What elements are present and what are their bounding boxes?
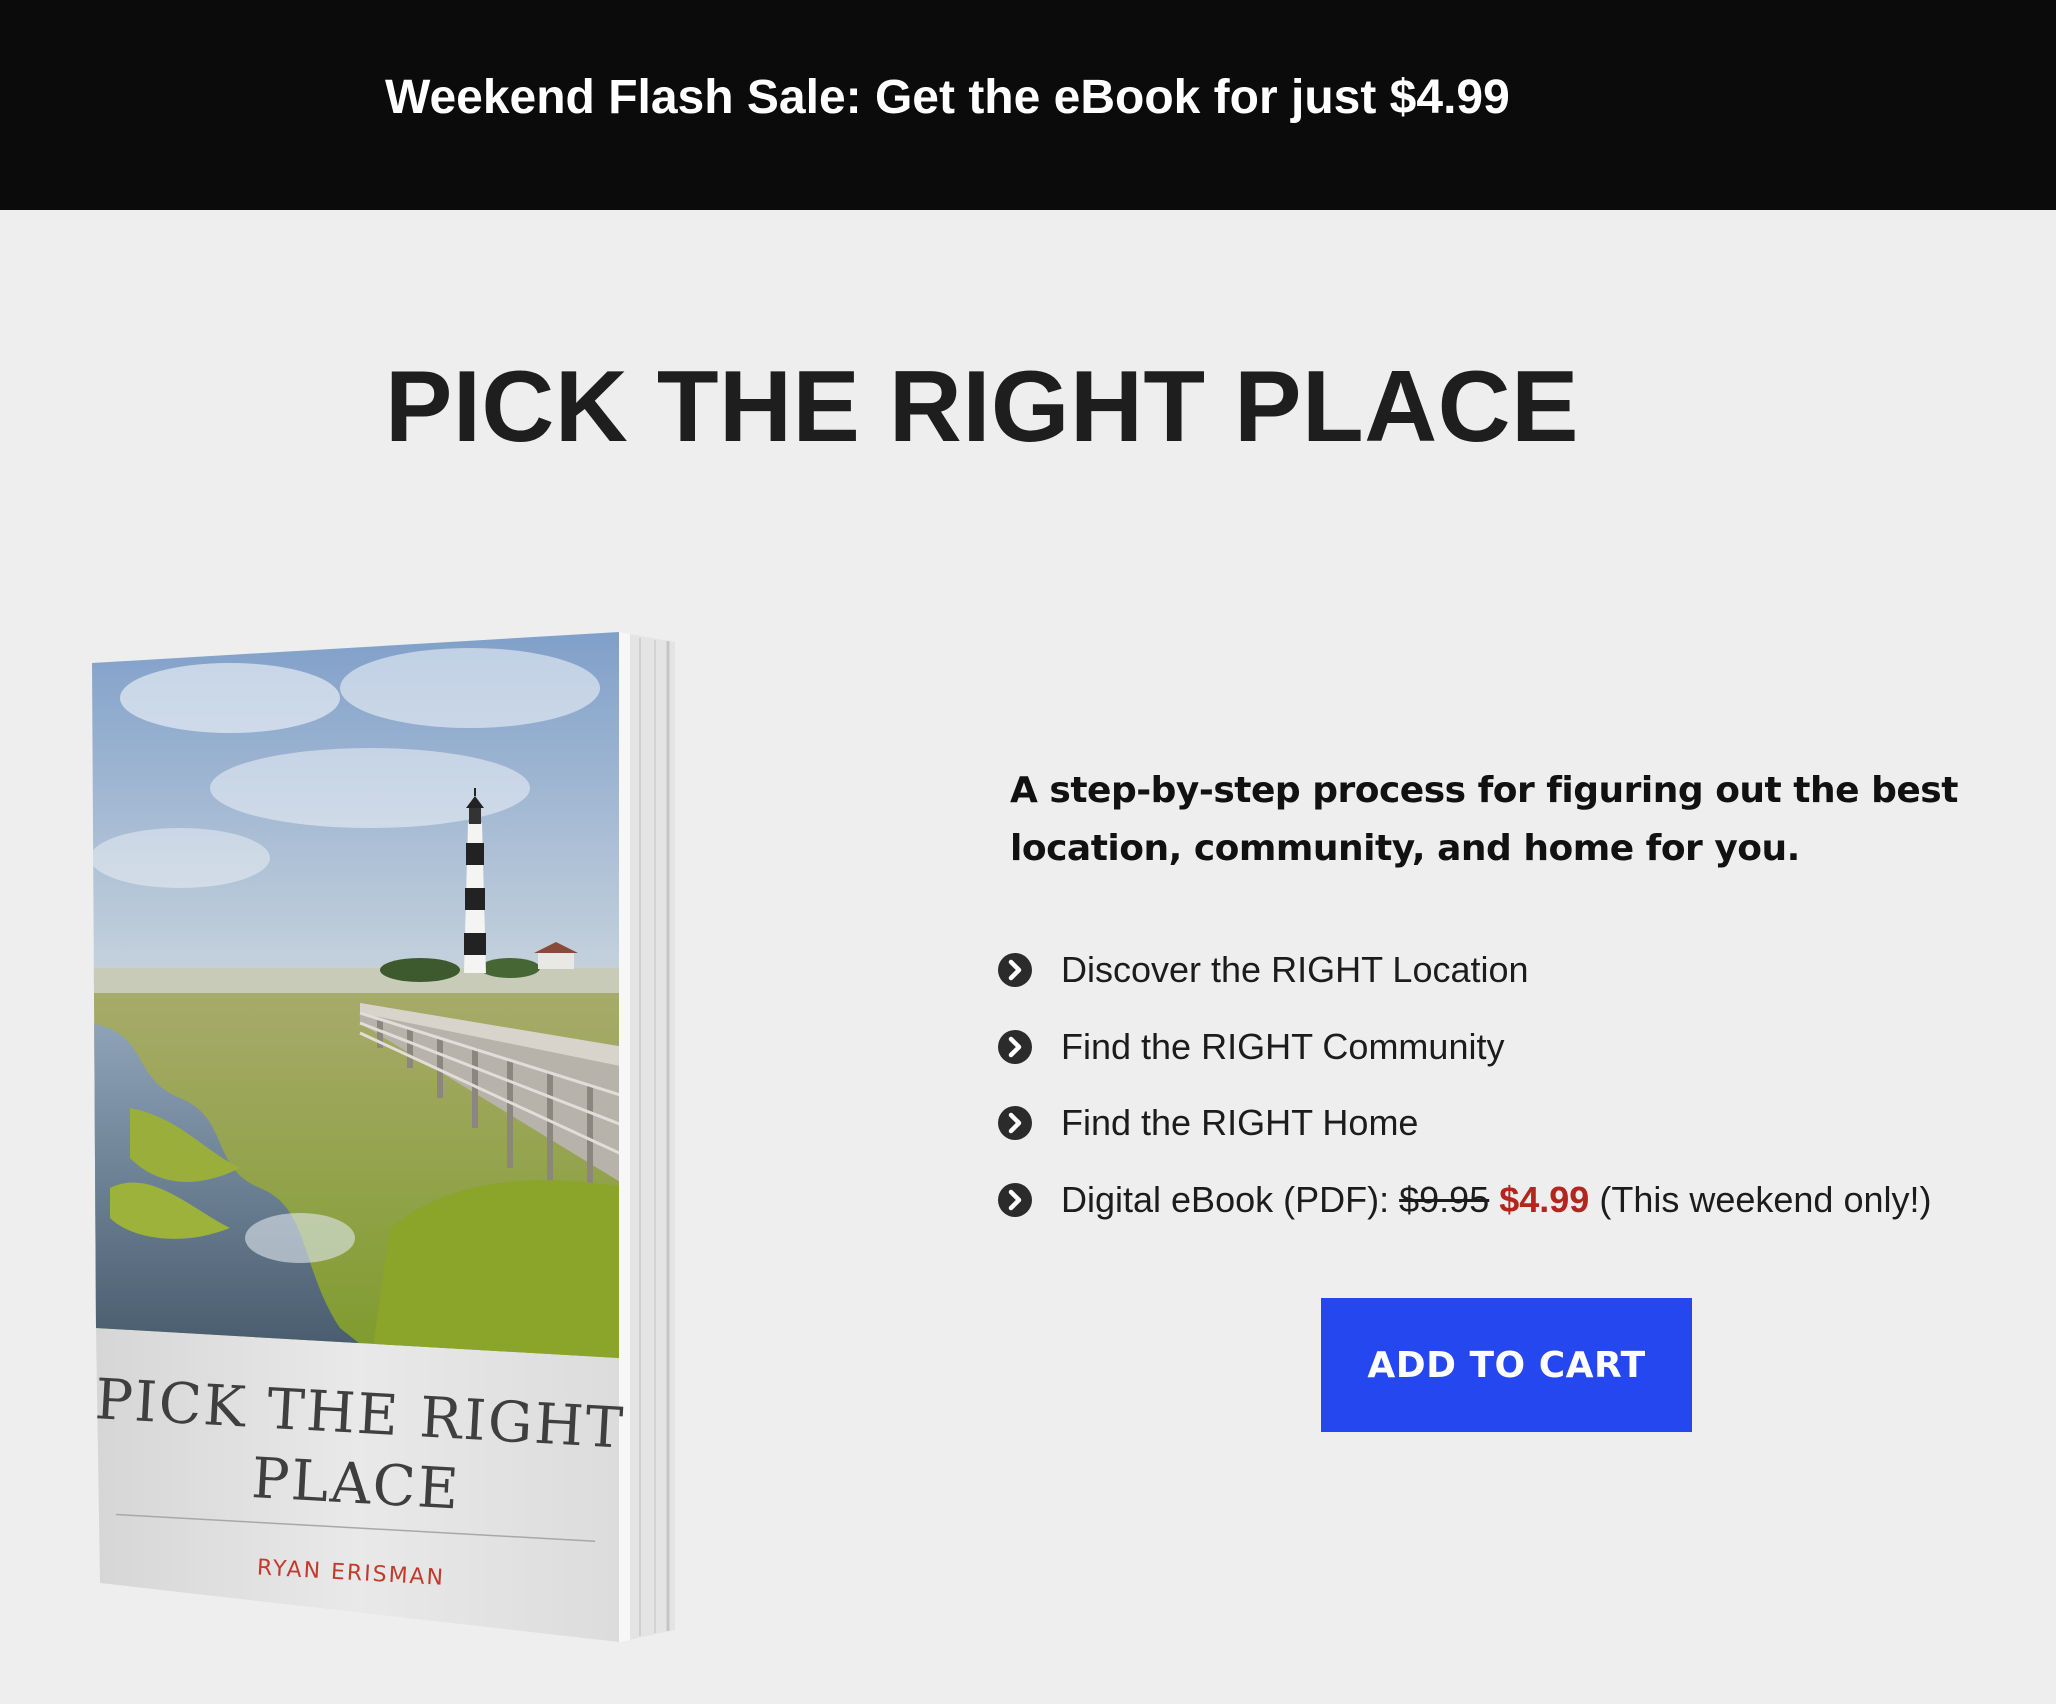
old-price: $9.95 — [1399, 1178, 1490, 1220]
promo-bar: Weekend Flash Sale: Get the eBook for ju… — [0, 0, 2056, 210]
price-item: Digital eBook (PDF): $9.95 $4.99 (This w… — [997, 1162, 1931, 1239]
feature-list: Discover the RIGHT Location Find the RIG… — [997, 932, 1931, 1238]
feature-item: Find the RIGHT Community — [997, 1009, 1931, 1086]
feature-item: Discover the RIGHT Location — [997, 932, 1931, 1009]
feature-label: Discover the RIGHT Location — [1061, 949, 1529, 991]
price-note: (This weekend only!) — [1599, 1178, 1932, 1220]
chevron-circle-right-icon — [997, 1182, 1033, 1218]
add-to-cart-button[interactable]: ADD TO CART — [1321, 1298, 1692, 1432]
book-cover-image: PICK THE RIGHT PLACE RYAN ERISMAN — [90, 628, 690, 1648]
chevron-circle-right-icon — [997, 1029, 1033, 1065]
price-label: Digital eBook (PDF): — [1061, 1178, 1390, 1220]
cover-title-line2: PLACE — [250, 1446, 462, 1523]
tagline: A step-by-step process for figuring out … — [1010, 770, 1958, 869]
feature-label: Find the RIGHT Home — [1061, 1102, 1419, 1144]
chevron-circle-right-icon — [997, 952, 1033, 988]
feature-item: Find the RIGHT Home — [997, 1085, 1931, 1162]
page-title: PICK THE RIGHT PLACE — [385, 351, 1579, 463]
sale-price: $4.99 — [1499, 1178, 1590, 1220]
feature-label: Find the RIGHT Community — [1061, 1025, 1505, 1067]
chevron-circle-right-icon — [997, 1105, 1033, 1141]
price-line: Digital eBook (PDF): $9.95 $4.99 (This w… — [1061, 1179, 1931, 1221]
promo-bar-text: Weekend Flash Sale: Get the eBook for ju… — [385, 71, 1510, 124]
